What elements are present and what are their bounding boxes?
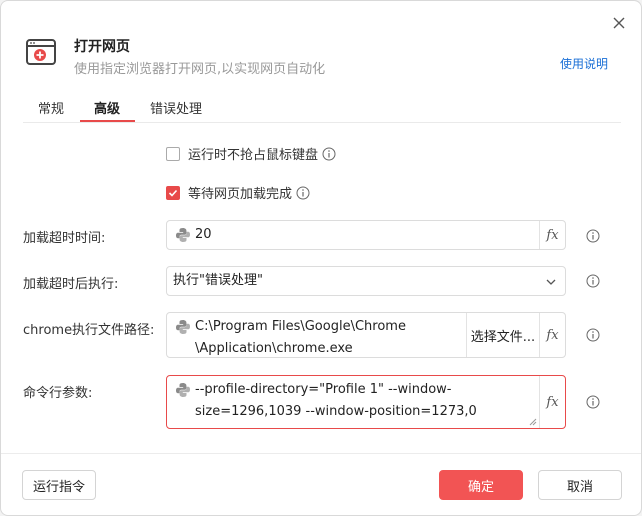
info-icon[interactable]: [586, 274, 600, 288]
info-icon[interactable]: [296, 186, 310, 200]
timeout-input[interactable]: 20 fx: [166, 220, 566, 250]
cmd-args-line1: --profile-directory="Profile 1" --window…: [195, 382, 452, 397]
timeout-label: 加载超时时间:: [23, 231, 106, 246]
info-icon[interactable]: [586, 395, 600, 409]
close-button[interactable]: [609, 13, 629, 33]
wait-page-load-label: 等待网页加载完成: [188, 187, 293, 202]
timeout-value: 20: [195, 227, 212, 242]
active-tab-indicator: [80, 120, 135, 122]
cancel-button[interactable]: 取消: [538, 470, 622, 500]
no-grab-mouse-checkbox[interactable]: [166, 146, 180, 161]
browser-open-icon: [26, 39, 56, 65]
python-icon: [176, 383, 190, 397]
cmd-args-input[interactable]: --profile-directory="Profile 1" --window…: [166, 375, 566, 429]
info-icon[interactable]: [586, 229, 600, 243]
tab-bar: 常规 高级 错误处理: [23, 90, 621, 123]
choose-file-button[interactable]: 选择文件...: [466, 313, 539, 357]
confirm-button[interactable]: 确定: [439, 470, 523, 500]
chrome-path-input[interactable]: C:\Program Files\Google\Chrome \Applicat…: [166, 312, 566, 358]
no-grab-mouse-option[interactable]: 运行时不抢占鼠标键盘: [166, 144, 336, 163]
resize-handle-icon[interactable]: [529, 418, 537, 426]
python-icon: [176, 228, 190, 242]
no-grab-mouse-label: 运行时不抢占鼠标键盘: [188, 148, 319, 163]
info-icon[interactable]: [322, 147, 336, 161]
chevron-down-icon: [546, 279, 556, 285]
on-timeout-label: 加载超时后执行:: [23, 277, 119, 292]
chrome-path-line1: C:\Program Files\Google\Chrome: [195, 319, 406, 334]
cmd-args-line2: size=1296,1039 --window-position=1273,0: [195, 404, 477, 419]
checkmark-icon: [168, 189, 178, 197]
fx-button[interactable]: fx: [539, 221, 565, 249]
wait-page-load-option[interactable]: 等待网页加载完成: [166, 183, 310, 202]
tab-error-handling[interactable]: 错误处理: [150, 98, 202, 117]
chrome-path-label: chrome执行文件路径:: [23, 323, 155, 338]
on-timeout-select[interactable]: 执行"错误处理": [166, 266, 566, 296]
fx-button[interactable]: fx: [539, 376, 565, 428]
fx-button[interactable]: fx: [539, 313, 565, 357]
dialog-subtitle: 使用指定浏览器打开网页,以实现网页自动化: [74, 62, 326, 77]
python-icon: [176, 320, 190, 334]
wait-page-load-checkbox[interactable]: [166, 185, 180, 200]
info-icon[interactable]: [586, 328, 600, 342]
on-timeout-value: 执行"错误处理": [173, 273, 263, 288]
close-icon: [613, 17, 625, 29]
tab-general[interactable]: 常规: [38, 98, 64, 117]
open-webpage-dialog: 打开网页 使用指定浏览器打开网页,以实现网页自动化 使用说明 常规 高级 错误处…: [0, 0, 642, 516]
tab-advanced[interactable]: 高级: [94, 98, 120, 117]
run-command-button[interactable]: 运行指令: [22, 470, 96, 500]
dialog-title: 打开网页: [74, 39, 130, 55]
cmd-args-label: 命令行参数:: [23, 386, 93, 401]
help-link[interactable]: 使用说明: [560, 55, 608, 72]
chrome-path-line2: \Application\chrome.exe: [195, 341, 353, 356]
